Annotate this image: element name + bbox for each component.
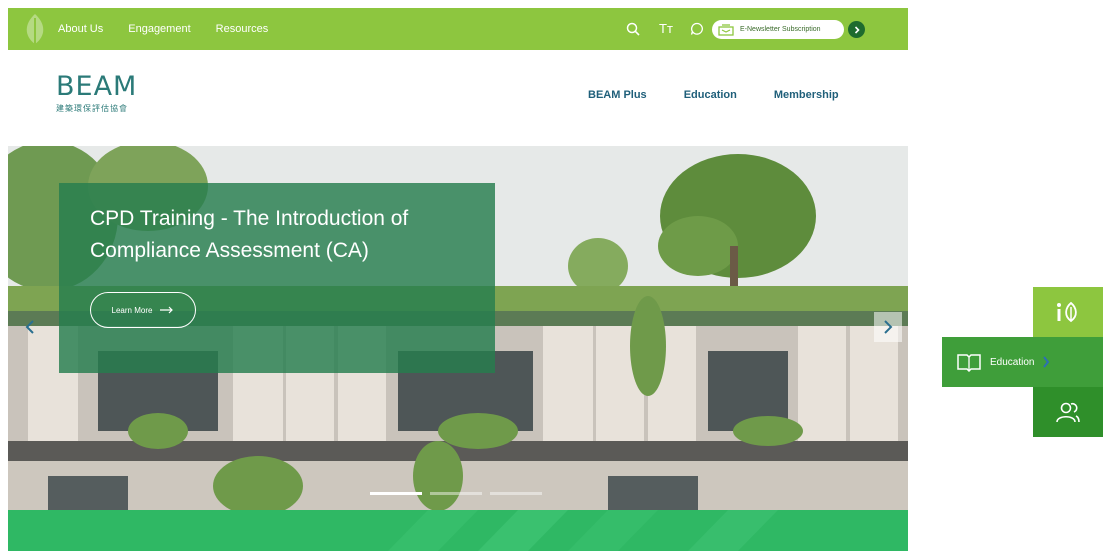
chevron-left-icon <box>25 320 34 334</box>
font-size-button[interactable]: Tт <box>658 21 674 37</box>
chat-icon[interactable] <box>690 22 706 36</box>
people-icon <box>1056 402 1080 423</box>
top-nav-resources[interactable]: Resources <box>216 23 269 35</box>
band-pattern <box>388 510 778 551</box>
carousel-indicators <box>370 492 542 495</box>
carousel-prev-button[interactable] <box>16 312 44 342</box>
logo-subtitle: 建築環保評估協會 <box>56 104 128 113</box>
newsletter-submit-button[interactable] <box>848 21 865 38</box>
top-nav: About Us Engagement Resources <box>58 8 268 50</box>
membership-button[interactable] <box>1033 387 1103 437</box>
education-book-icon <box>957 354 981 372</box>
page: About Us Engagement Resources Tт E-Newsl… <box>0 0 1103 551</box>
chevron-right-icon <box>854 25 860 34</box>
carousel-indicator[interactable] <box>430 492 482 495</box>
learn-more-label: Learn More <box>111 305 153 315</box>
logo-text: BEAM <box>56 71 138 102</box>
top-bar: About Us Engagement Resources Tт E-Newsl… <box>8 8 908 50</box>
hero-caption: CPD Training - The Introduction of Compl… <box>59 183 495 373</box>
main-nav-education[interactable]: Education <box>684 89 737 101</box>
hero-title: CPD Training - The Introduction of Compl… <box>90 207 409 262</box>
beam-logo[interactable]: BEAM 建築環保評估協會 <box>56 72 156 120</box>
main-nav-beam-plus[interactable]: BEAM Plus <box>588 89 647 101</box>
carousel-indicator[interactable] <box>490 492 542 495</box>
info-leaf-icon <box>1057 301 1077 323</box>
main-nav-membership[interactable]: Membership <box>774 89 839 101</box>
side-education-label: Education <box>990 356 1035 368</box>
top-tools: Tт <box>626 8 706 50</box>
top-nav-engagement[interactable]: Engagement <box>128 23 190 35</box>
top-nav-about-us[interactable]: About Us <box>58 23 103 35</box>
section-band <box>8 510 908 551</box>
newsletter-label: E-Newsletter Subscription <box>740 26 821 33</box>
chevron-right-icon <box>884 320 893 334</box>
hero-carousel: CPD Training - The Introduction of Compl… <box>8 146 908 510</box>
newsletter-field[interactable]: E-Newsletter Subscription <box>712 20 844 39</box>
carousel-indicator[interactable] <box>370 492 422 495</box>
info-button[interactable] <box>1033 287 1103 337</box>
leaf-watermark-icon <box>26 14 44 44</box>
carousel-next-button[interactable] <box>874 312 902 342</box>
chevron-right-icon <box>1043 356 1050 368</box>
main-nav: BEAM Plus Education Membership <box>588 89 839 101</box>
newsletter-icon <box>718 23 734 36</box>
search-icon[interactable] <box>626 22 642 36</box>
learn-more-button[interactable]: Learn More <box>90 292 196 328</box>
side-education-button[interactable]: Education <box>942 337 1103 387</box>
arrow-right-icon <box>160 306 174 314</box>
